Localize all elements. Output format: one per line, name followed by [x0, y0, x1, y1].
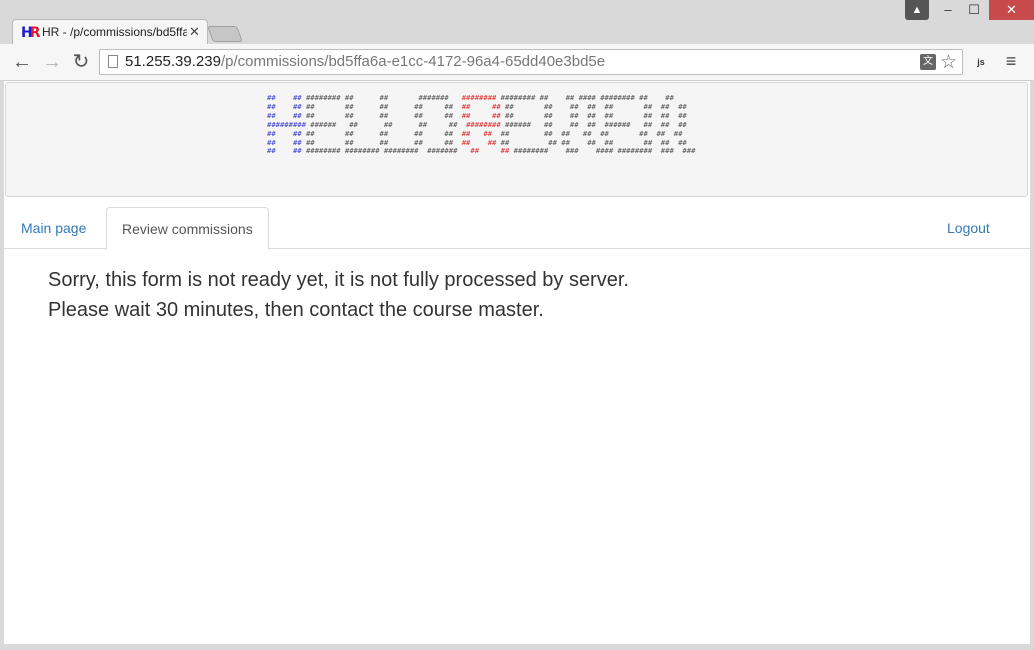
ascii-segment: ######## ### #### ######## ### ###: [509, 146, 696, 156]
browser-window: HR HR - /p/commissions/bd5ffa6a-e1cc-417…: [0, 0, 1034, 650]
page-icon: [108, 55, 118, 68]
browser-tab[interactable]: HR HR - /p/commissions/bd5ffa6a-e1cc-417…: [12, 19, 208, 45]
extension-icon[interactable]: js: [972, 53, 990, 71]
url-text[interactable]: 51.255.39.239/p/commissions/bd5ffa6a-e1c…: [125, 53, 605, 70]
ascii-segment: ## ## ## ## ## ## ## ##: [492, 128, 683, 138]
ascii-segment: ## ## ## ## ##: [301, 101, 462, 111]
ascii-segment: ## ##: [267, 146, 302, 156]
menu-icon[interactable]: ≡: [1004, 52, 1018, 70]
ascii-segment: ######## ## ## #######: [301, 93, 462, 102]
ascii-segment: ########: [466, 119, 501, 129]
ascii-segment: ## ## ## ## ##: [301, 110, 462, 120]
ascii-segment: ## ##: [267, 137, 302, 147]
reload-icon[interactable]: ↻: [70, 51, 92, 73]
ascii-segment: ## ##: [461, 137, 497, 147]
ascii-segment: ## ## ## ## ## ## ## ##: [496, 137, 687, 147]
maximize-button[interactable]: ☐: [961, 0, 987, 20]
status-message: Sorry, this form is not ready yet, it is…: [48, 265, 629, 325]
tab-review-commissions[interactable]: Review commissions: [106, 207, 269, 250]
ascii-segment: ## ##: [470, 146, 510, 156]
tab-close-icon[interactable]: ✕: [189, 24, 200, 40]
message-line-1: Sorry, this form is not ready yet, it is…: [48, 269, 629, 291]
nav-tabs: Main page Review commissions Logout: [4, 207, 1030, 250]
new-tab-button[interactable]: [207, 26, 243, 42]
title-bar: HR HR - /p/commissions/bd5ffa6a-e1cc-417…: [0, 0, 1034, 45]
profile-icon[interactable]: ▲: [905, 0, 929, 20]
ascii-segment: ## ##: [267, 128, 302, 138]
ascii-segment: ###### ## ## ## ##: [305, 119, 467, 129]
ascii-segment: ###### ## ## ## ###### ## ## ##: [500, 119, 687, 129]
close-window-button[interactable]: ✕: [989, 0, 1034, 20]
message-line-2: Please wait 30 minutes, then contact the…: [48, 299, 544, 321]
url-host: 51.255.39.239: [125, 53, 221, 70]
favicon-icon: HR: [21, 25, 41, 41]
header-banner: ## ## ######## ## ## ####### ######## ##…: [5, 82, 1028, 197]
forward-arrow-icon[interactable]: →: [41, 51, 63, 73]
url-path: /p/commissions/bd5ffa6a-e1cc-4172-96a4-6…: [220, 53, 606, 70]
ascii-segment: ## ## ## ## ##: [301, 128, 462, 138]
ascii-segment: #########: [267, 119, 306, 129]
tab-title: HR - /p/commissions/bd5ffa6a-e1cc-4172-9…: [42, 25, 187, 39]
ascii-segment: ######## ## ## #### ######## ## ##: [496, 93, 674, 102]
ascii-segment: ## ##: [461, 128, 493, 138]
ascii-logo: ## ## ######## ## ## ####### ######## ##…: [267, 93, 696, 156]
ascii-segment: ## ##: [267, 101, 302, 111]
bookmark-star-icon[interactable]: ☆: [940, 51, 957, 74]
ascii-segment: ## ##: [461, 110, 501, 120]
ascii-segment: ## ##: [461, 101, 501, 111]
translate-icon[interactable]: 文: [920, 54, 936, 70]
ascii-segment: ## ##: [267, 110, 302, 120]
ascii-segment: ## ## ## ## ##: [301, 137, 462, 147]
ascii-segment: ########: [461, 93, 497, 102]
ascii-segment: ## ##: [267, 93, 302, 102]
tab-main-page[interactable]: Main page: [6, 207, 101, 249]
ascii-segment: ## ## ## ## ## ## ## ##: [500, 101, 687, 111]
ascii-segment: ######## ######## ######## #######: [301, 146, 471, 156]
logout-link[interactable]: Logout: [932, 207, 1005, 249]
browser-toolbar: ← → ↻ 51.255.39.239/p/commissions/bd5ffa…: [0, 44, 1034, 81]
page-viewport: ## ## ######## ## ## ####### ######## ##…: [4, 81, 1030, 644]
minimize-button[interactable]: –: [935, 0, 961, 20]
back-arrow-icon[interactable]: ←: [11, 51, 33, 73]
ascii-segment: ## ## ## ## ## ## ## ##: [500, 110, 687, 120]
address-bar[interactable]: 51.255.39.239/p/commissions/bd5ffa6a-e1c…: [99, 49, 963, 75]
